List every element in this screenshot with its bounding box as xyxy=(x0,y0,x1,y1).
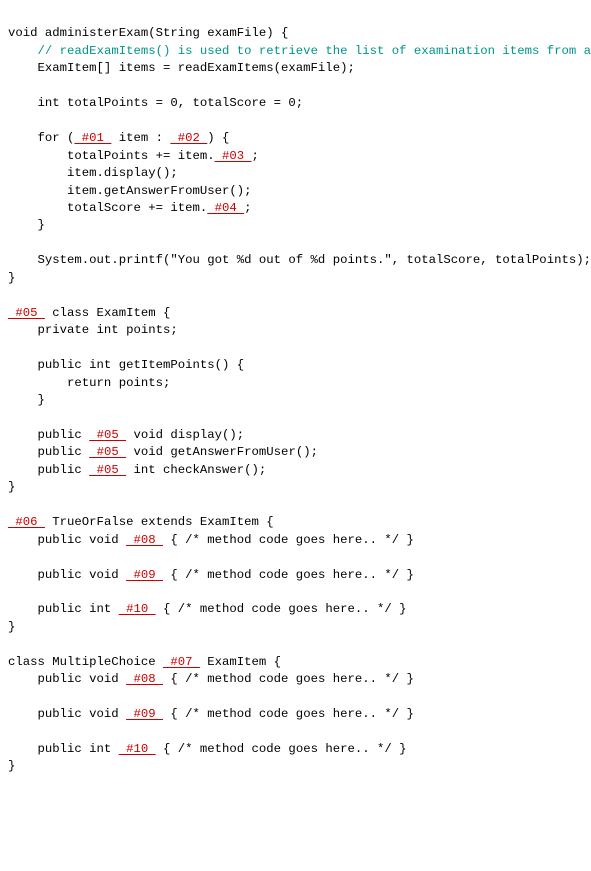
t16: class ExamItem { xyxy=(45,306,170,320)
t36: class MultipleChoice xyxy=(8,655,163,669)
t15: } xyxy=(8,271,15,285)
t03: int totalPoints = 0, totalScore = 0; xyxy=(8,96,303,110)
t14: System.out.printf("You got %d out of %d … xyxy=(8,253,591,267)
blank-10a[interactable]: #10 xyxy=(119,602,156,616)
t11: totalScore += item. xyxy=(8,201,207,215)
t35: } xyxy=(8,620,15,634)
t21: public xyxy=(8,428,89,442)
t08: ; xyxy=(252,149,259,163)
t17: private int points; xyxy=(8,323,178,337)
blank-09a[interactable]: #09 xyxy=(126,568,163,582)
comment-line: // readExamItems() is used to retrieve t… xyxy=(38,44,591,58)
blank-02[interactable]: #02 xyxy=(170,131,207,145)
blank-04[interactable]: #04 xyxy=(207,201,244,215)
t24: void getAnswerFromUser(); xyxy=(126,445,318,459)
blank-05-class[interactable]: #05 xyxy=(8,306,45,320)
t26: int checkAnswer(); xyxy=(126,463,266,477)
t02: ExamItem[] items = readExamItems(examFil… xyxy=(8,61,355,75)
blank-05c[interactable]: #05 xyxy=(89,463,126,477)
t44: } xyxy=(8,759,15,773)
t43: { /* method code goes here.. */ } xyxy=(156,742,407,756)
t18: public int getItemPoints() { xyxy=(8,358,244,372)
t04: for ( xyxy=(8,131,74,145)
t30: { /* method code goes here.. */ } xyxy=(163,533,414,547)
t38: public void xyxy=(8,672,126,686)
t39: { /* method code goes here.. */ } xyxy=(163,672,414,686)
t29: public void xyxy=(8,533,126,547)
t22: void display(); xyxy=(126,428,244,442)
blank-09b[interactable]: #09 xyxy=(126,707,163,721)
t13: } xyxy=(8,218,45,232)
t34: { /* method code goes here.. */ } xyxy=(156,602,407,616)
blank-08b[interactable]: #08 xyxy=(126,672,163,686)
code-block: void administerExam(String examFile) { /… xyxy=(8,26,591,773)
t06: ) { xyxy=(207,131,229,145)
t19: return points; xyxy=(8,376,170,390)
t37: ExamItem { xyxy=(200,655,281,669)
blank-05a[interactable]: #05 xyxy=(89,428,126,442)
t01 xyxy=(8,44,38,58)
t33: public int xyxy=(8,602,119,616)
t10: item.getAnswerFromUser(); xyxy=(8,184,252,198)
t05: item : xyxy=(111,131,170,145)
t32: { /* method code goes here.. */ } xyxy=(163,568,414,582)
t12: ; xyxy=(244,201,251,215)
blank-01[interactable]: #01 xyxy=(74,131,111,145)
blank-05b[interactable]: #05 xyxy=(89,445,126,459)
t31: public void xyxy=(8,568,126,582)
t09: item.display(); xyxy=(8,166,178,180)
t27: } xyxy=(8,480,15,494)
t28: TrueOrFalse extends ExamItem { xyxy=(45,515,274,529)
t07: totalPoints += item. xyxy=(8,149,215,163)
t23: public xyxy=(8,445,89,459)
blank-03[interactable]: #03 xyxy=(215,149,252,163)
t42: public int xyxy=(8,742,119,756)
t25: public xyxy=(8,463,89,477)
blank-10b[interactable]: #10 xyxy=(119,742,156,756)
t40: public void xyxy=(8,707,126,721)
t00: void administerExam(String examFile) { xyxy=(8,26,288,40)
blank-08a[interactable]: #08 xyxy=(126,533,163,547)
blank-07[interactable]: #07 xyxy=(163,655,200,669)
blank-06[interactable]: #06 xyxy=(8,515,45,529)
t41: { /* method code goes here.. */ } xyxy=(163,707,414,721)
t20: } xyxy=(8,393,45,407)
